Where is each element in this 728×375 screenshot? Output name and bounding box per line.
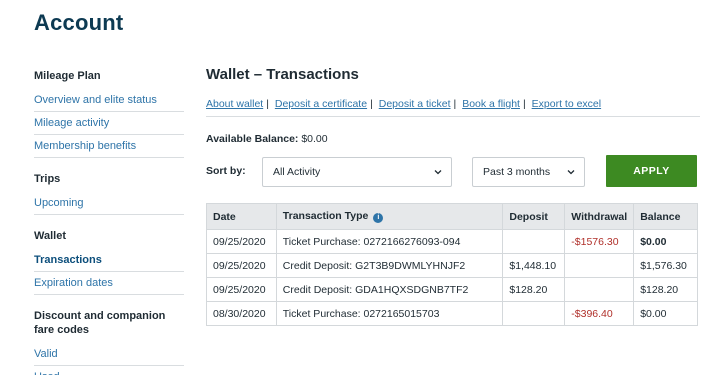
sidebar: Mileage Plan Overview and elite status M… xyxy=(34,68,184,375)
balance-value: $0.00 xyxy=(301,133,328,145)
cell-balance: $0.00 xyxy=(633,229,698,254)
table-row: 08/30/2020 Ticket Purchase: 027216501570… xyxy=(206,301,698,326)
link-separator: | xyxy=(266,98,269,110)
sidebar-heading: Mileage Plan xyxy=(34,70,101,82)
table-row: 09/25/2020 Credit Deposit: G2T3B9DWMLYHN… xyxy=(206,253,698,278)
column-header-withdrawal: Withdrawal xyxy=(564,203,635,230)
available-balance: Available Balance: $0.00 xyxy=(206,133,700,145)
deposit-certificate-link[interactable]: Deposit a certificate xyxy=(275,98,367,110)
link-separator: | xyxy=(522,98,526,110)
column-header-balance: Balance xyxy=(633,203,698,230)
cell-balance: $128.20 xyxy=(633,277,698,302)
cell-transaction-type: Ticket Purchase: 0272165015703 xyxy=(275,301,504,326)
cell-transaction-type: Credit Deposit: GDA1HQXSDGNB7TF2 xyxy=(275,277,504,302)
sidebar-item-used[interactable]: Used xyxy=(34,366,184,375)
cell-deposit: $128.20 xyxy=(502,277,566,302)
sort-label: Sort by: xyxy=(206,165,246,177)
balance-label: Available Balance: xyxy=(206,133,299,145)
sidebar-group-discount-codes: Discount and companion fare codes Valid … xyxy=(34,308,184,375)
apply-button[interactable]: APPLY xyxy=(606,155,697,187)
sidebar-item-expiration-dates[interactable]: Expiration dates xyxy=(34,272,184,295)
wallet-action-links: About wallet | Deposit a certificate | Dep… xyxy=(206,98,700,110)
cell-date: 08/30/2020 xyxy=(206,301,277,326)
book-flight-link[interactable]: Book a flight xyxy=(462,98,520,110)
table-header-row: Date Transaction Type i Deposit Withdrawa… xyxy=(206,203,698,230)
cell-deposit xyxy=(502,301,566,326)
column-header-date: Date xyxy=(206,203,277,230)
deposit-ticket-link[interactable]: Deposit a ticket xyxy=(379,98,451,110)
info-icon[interactable]: i xyxy=(373,213,384,223)
cell-balance: $1,576.30 xyxy=(633,253,698,278)
main-content: Wallet – Transactions About wallet | Depo… xyxy=(206,66,700,326)
sidebar-group-trips: Trips Upcoming xyxy=(34,171,184,215)
cell-date: 09/25/2020 xyxy=(206,277,277,302)
sidebar-item-valid[interactable]: Valid xyxy=(34,343,184,366)
page-title: Account xyxy=(34,10,124,35)
date-range-select[interactable]: Past 3 months xyxy=(472,157,585,187)
link-separator: | xyxy=(453,98,457,110)
export-excel-link[interactable]: Export to excel xyxy=(532,98,601,110)
cell-date: 09/25/2020 xyxy=(206,229,277,254)
sidebar-item-upcoming[interactable]: Upcoming xyxy=(34,192,184,215)
cell-withdrawal: -$1576.30 xyxy=(564,229,635,254)
chevron-down-icon xyxy=(434,170,442,175)
cell-balance: $0.00 xyxy=(633,301,698,326)
sidebar-item-mileage-activity[interactable]: Mileage activity xyxy=(34,112,184,135)
about-wallet-link[interactable]: About wallet xyxy=(206,98,263,110)
sidebar-item-membership-benefits[interactable]: Membership benefits xyxy=(34,135,184,158)
sidebar-heading: Wallet xyxy=(34,230,66,242)
sidebar-group-wallet: Wallet Transactions Expiration dates xyxy=(34,228,184,295)
sidebar-group-mileage-plan: Mileage Plan Overview and elite status M… xyxy=(34,68,184,158)
activity-select-value: All Activity xyxy=(273,166,321,178)
cell-date: 09/25/2020 xyxy=(206,253,277,278)
cell-deposit: $1,448.10 xyxy=(502,253,566,278)
cell-withdrawal xyxy=(564,277,635,302)
cell-deposit xyxy=(502,229,566,254)
sidebar-heading: Discount and companion fare codes xyxy=(34,310,166,336)
cell-withdrawal: -$396.40 xyxy=(564,301,635,326)
cell-withdrawal xyxy=(564,253,635,278)
sidebar-item-overview[interactable]: Overview and elite status xyxy=(34,89,184,112)
column-header-deposit: Deposit xyxy=(502,203,566,230)
date-range-select-value: Past 3 months xyxy=(483,166,551,178)
column-header-label: Transaction Type xyxy=(282,210,369,222)
cell-transaction-type: Credit Deposit: G2T3B9DWMLYHNJF2 xyxy=(275,253,504,278)
table-row: 09/25/2020 Ticket Purchase: 027216627609… xyxy=(206,229,698,254)
table-row: 09/25/2020 Credit Deposit: GDA1HQXSDGNB7… xyxy=(206,277,698,302)
sort-controls: Sort by: All Activity Past 3 months APPL… xyxy=(206,155,700,189)
transactions-table: Date Transaction Type i Deposit Withdrawa… xyxy=(206,203,698,326)
activity-select[interactable]: All Activity xyxy=(262,157,452,187)
section-title: Wallet – Transactions xyxy=(206,66,359,83)
column-header-transaction-type: Transaction Type i xyxy=(275,203,504,230)
link-separator: | xyxy=(370,98,373,110)
sidebar-item-transactions[interactable]: Transactions xyxy=(34,249,184,272)
sidebar-heading: Trips xyxy=(34,173,61,185)
cell-transaction-type: Ticket Purchase: 0272166276093-094 xyxy=(275,229,504,254)
divider xyxy=(206,116,700,117)
chevron-down-icon xyxy=(567,170,575,175)
